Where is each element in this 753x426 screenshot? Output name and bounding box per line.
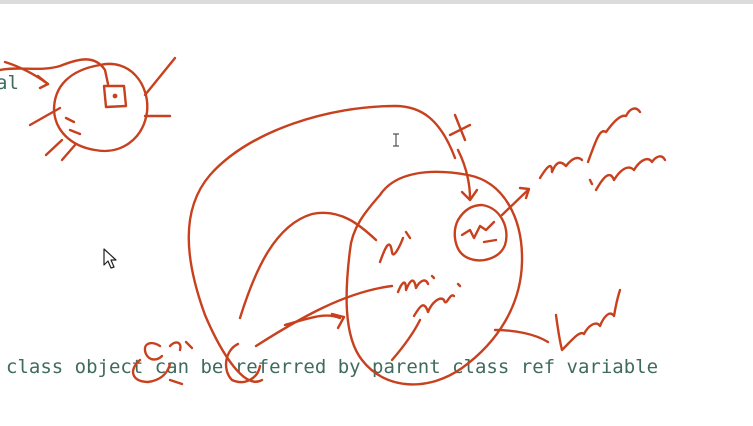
ink-small-circle-hatch <box>64 116 82 136</box>
ink-small-circle-spike-1 <box>143 56 177 97</box>
ink-underline-lower <box>168 378 184 386</box>
ink-word-type <box>586 107 642 164</box>
ink-word-priv <box>412 282 462 318</box>
ink-arrow-to-small-circle-head <box>36 74 50 90</box>
ink-word-ref <box>538 156 594 186</box>
ink-word-bmw <box>554 288 622 352</box>
ink-small-circle <box>52 62 149 153</box>
ink-arrow-to-small-circle <box>3 60 50 86</box>
text-cursor-icon <box>393 133 399 147</box>
ink-inner-circle-underline <box>482 238 498 244</box>
ink-car-loop <box>131 358 172 384</box>
ink-line-from-priv <box>390 318 422 362</box>
ink-small-circle-spike-5 <box>60 143 77 162</box>
ink-arrow-to-main-circle <box>283 314 342 327</box>
ink-inner-circle-scribble <box>460 220 496 240</box>
ink-small-dot <box>112 93 118 99</box>
ink-line-to-bmw <box>493 328 550 344</box>
ink-large-outer-loop <box>187 104 457 383</box>
ink-word-check <box>594 155 667 192</box>
ink-word-att <box>378 230 412 264</box>
whiteboard-canvas[interactable]: al class object can be referred by paren… <box>0 0 753 426</box>
ink-arrow-to-ref-type <box>500 188 530 217</box>
ink-word-car <box>143 340 194 361</box>
handwritten-annotations <box>0 56 667 386</box>
ink-small-circle-spike-4 <box>44 138 64 157</box>
ink-inner-circle <box>453 203 508 262</box>
ink-small-circle-lead <box>0 58 110 86</box>
ink-x-mark <box>448 113 472 142</box>
mouse-pointer-icon <box>103 248 117 269</box>
ink-word-non <box>396 274 436 294</box>
